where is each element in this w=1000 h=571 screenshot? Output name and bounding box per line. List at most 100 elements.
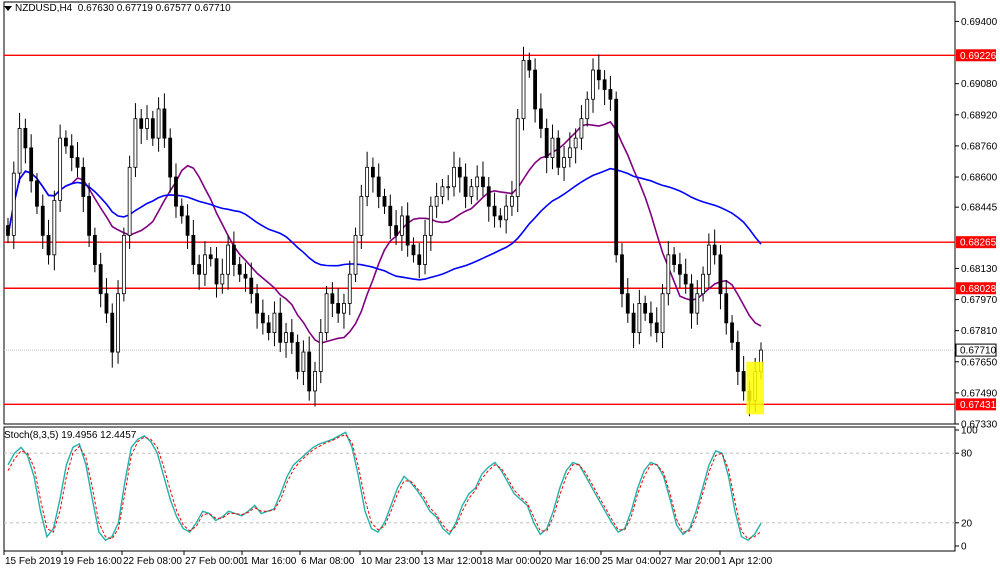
candle-body bbox=[87, 196, 91, 236]
time-tick-label: 27 Mar 20:00 bbox=[661, 556, 720, 567]
candle bbox=[92, 227, 97, 273]
candle-body bbox=[376, 176, 381, 197]
level-tag-label: 0.68028 bbox=[960, 284, 997, 295]
chart-frame bbox=[3, 1, 956, 552]
candle-body bbox=[562, 157, 566, 168]
candle-body bbox=[712, 244, 717, 256]
candle bbox=[649, 301, 653, 337]
candle-body bbox=[324, 293, 329, 333]
candle bbox=[388, 194, 393, 240]
candle-body bbox=[127, 166, 132, 236]
candle bbox=[324, 285, 329, 341]
candle bbox=[29, 134, 34, 193]
time-tick-label: 1 Apr 12:00 bbox=[721, 556, 773, 567]
candle-body bbox=[724, 293, 729, 324]
candle bbox=[156, 97, 161, 152]
time-axis: 15 Feb 2019 19 Feb 16:00 22 Feb 08:00 27 Fe… bbox=[3, 551, 773, 567]
stochastic-panel: 100 80 20 0 bbox=[4, 426, 978, 553]
candle bbox=[602, 70, 607, 106]
level-tag-label: 0.68265 bbox=[960, 238, 997, 249]
candle-body bbox=[544, 128, 549, 158]
candle-body bbox=[289, 332, 294, 343]
candle-body bbox=[706, 244, 711, 275]
candle bbox=[446, 175, 451, 201]
candle-body bbox=[423, 234, 427, 265]
candle-body bbox=[255, 293, 259, 314]
highlight-box bbox=[746, 361, 764, 415]
candle-body bbox=[649, 312, 653, 324]
candle-body bbox=[150, 118, 155, 139]
candle-body bbox=[69, 145, 74, 158]
candle-body bbox=[197, 264, 202, 275]
candle-body bbox=[52, 199, 57, 256]
candle bbox=[620, 243, 624, 308]
candle-body bbox=[179, 205, 184, 217]
candle-body bbox=[469, 186, 474, 197]
symbol-label: NZDUSD,H4 bbox=[15, 3, 73, 14]
candle bbox=[660, 283, 665, 349]
candle bbox=[625, 278, 630, 323]
candle-body bbox=[666, 254, 671, 295]
candle-body bbox=[266, 322, 271, 333]
stoch-header: Stoch(8,3,5) 19.4956 12.4457 bbox=[4, 430, 136, 441]
candle bbox=[550, 124, 555, 170]
candle-body bbox=[394, 225, 398, 236]
current-price-label: 0.67710 bbox=[960, 346, 997, 357]
price-tick-label: 0.68920 bbox=[961, 110, 998, 121]
candle bbox=[75, 142, 80, 178]
candle-body bbox=[168, 137, 173, 178]
candle bbox=[191, 219, 196, 275]
candle-body bbox=[735, 341, 740, 372]
candle-body bbox=[596, 69, 601, 81]
stoch-main-line bbox=[7, 431, 762, 542]
candle bbox=[678, 252, 682, 288]
candle-body bbox=[35, 180, 39, 207]
candle bbox=[121, 227, 126, 302]
candle-body bbox=[440, 186, 445, 197]
candle-body bbox=[510, 196, 514, 207]
candle bbox=[197, 254, 202, 290]
moving-averages bbox=[7, 120, 762, 344]
candle-body bbox=[463, 176, 468, 197]
candle-body bbox=[353, 234, 358, 275]
candle bbox=[712, 229, 717, 265]
candle bbox=[243, 262, 248, 292]
candle-body bbox=[98, 264, 103, 295]
candle-body bbox=[318, 332, 323, 372]
candle-body bbox=[411, 244, 416, 256]
candle-body bbox=[75, 157, 80, 168]
candle bbox=[318, 318, 323, 384]
candle bbox=[556, 130, 561, 176]
dropdown-triangle-icon[interactable] bbox=[4, 5, 12, 11]
chart-area: 0.69400 0.69080 0.68920 0.68760 0.68600 0.684… bbox=[3, 1, 998, 567]
candle bbox=[46, 219, 51, 265]
candle-body bbox=[718, 254, 723, 295]
candle bbox=[614, 91, 619, 263]
candle bbox=[521, 46, 526, 131]
price-tick-label: 0.68130 bbox=[961, 264, 998, 275]
candle-body bbox=[330, 293, 335, 304]
candle-body bbox=[498, 215, 503, 221]
highlight-rect bbox=[746, 361, 764, 415]
candle-body bbox=[434, 196, 439, 207]
candle-body bbox=[249, 277, 254, 295]
candle bbox=[515, 108, 520, 213]
candle-body bbox=[730, 322, 734, 343]
candle-body bbox=[58, 137, 63, 201]
candle bbox=[486, 177, 491, 222]
candle-body bbox=[399, 215, 404, 236]
candle bbox=[637, 289, 642, 345]
candle bbox=[116, 280, 120, 364]
candle bbox=[87, 182, 91, 248]
candle-body bbox=[365, 166, 370, 197]
candle-body bbox=[301, 351, 306, 372]
candle bbox=[365, 151, 370, 207]
candle-body bbox=[133, 118, 138, 168]
candle bbox=[174, 163, 178, 218]
candle-body bbox=[145, 118, 149, 129]
candle bbox=[353, 227, 358, 283]
candle-body bbox=[81, 166, 86, 197]
candle bbox=[214, 247, 219, 298]
candle bbox=[452, 151, 456, 197]
candle-body bbox=[243, 273, 248, 279]
